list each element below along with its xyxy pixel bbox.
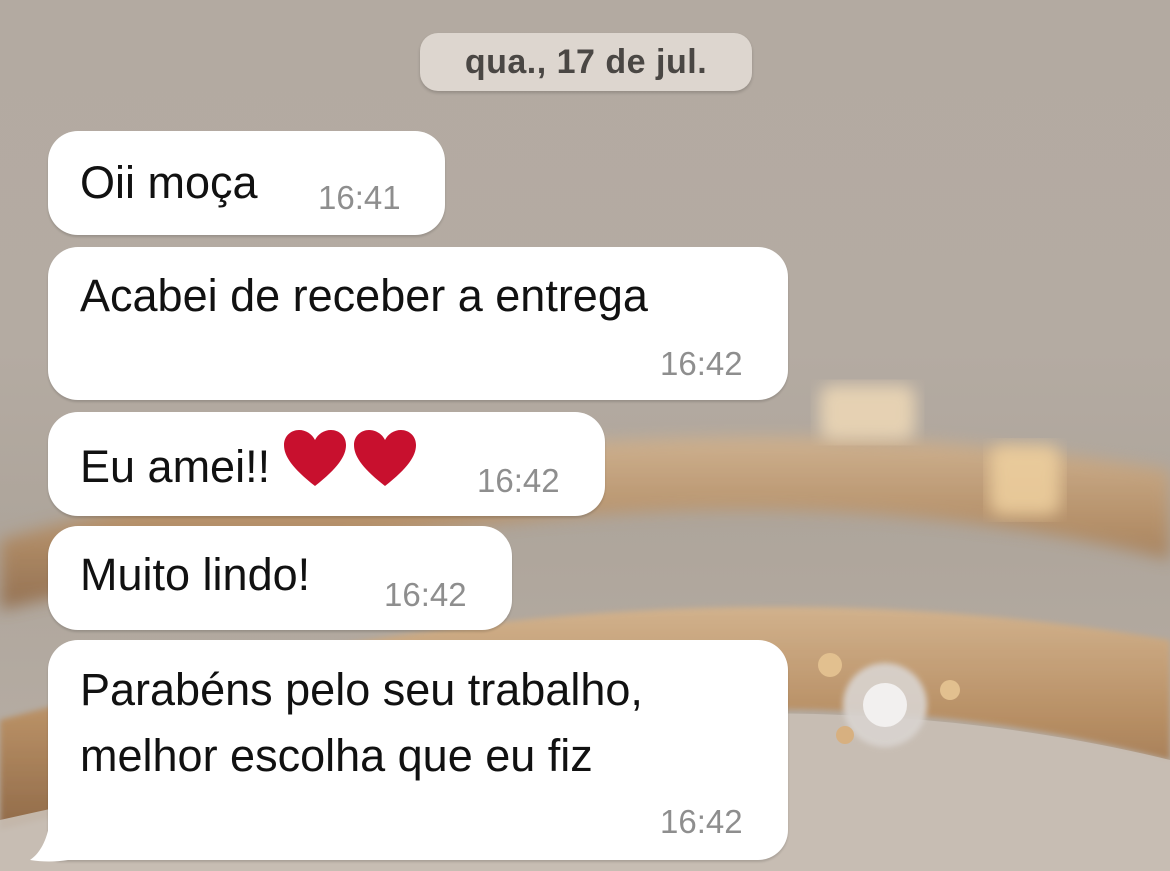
message-text-line-1: Parabéns pelo seu trabalho, <box>80 664 643 715</box>
hearts-emoji <box>284 430 417 505</box>
message-text: Muito lindo! <box>80 549 311 600</box>
message-bubble[interactable]: Eu amei!! 16:42 <box>48 412 605 516</box>
message-bubble[interactable]: Acabei de receber a entrega 16:42 <box>48 247 788 400</box>
message-text: Oii moça <box>80 157 258 208</box>
message-text: Eu amei!! <box>80 430 417 505</box>
message-time: 16:42 <box>660 345 743 382</box>
date-separator: qua., 17 de jul. <box>420 33 752 91</box>
message-text: Acabei de receber a entrega <box>80 270 648 321</box>
message-time: 16:42 <box>477 462 560 499</box>
message-time: 16:41 <box>318 179 401 216</box>
message-bubble[interactable]: Parabéns pelo seu trabalho, melhor escol… <box>48 640 788 860</box>
bubble-tail <box>30 820 68 862</box>
message-text-line-2: melhor escolha que eu fiz <box>80 730 593 781</box>
heart-icon <box>284 430 417 486</box>
message-text-content: Eu amei!! <box>80 441 271 492</box>
message-bubble[interactable]: Muito lindo! 16:42 <box>48 526 512 630</box>
message-time: 16:42 <box>660 803 743 840</box>
message-time: 16:42 <box>384 576 467 613</box>
message-bubble[interactable]: Oii moça 16:41 <box>48 131 445 235</box>
